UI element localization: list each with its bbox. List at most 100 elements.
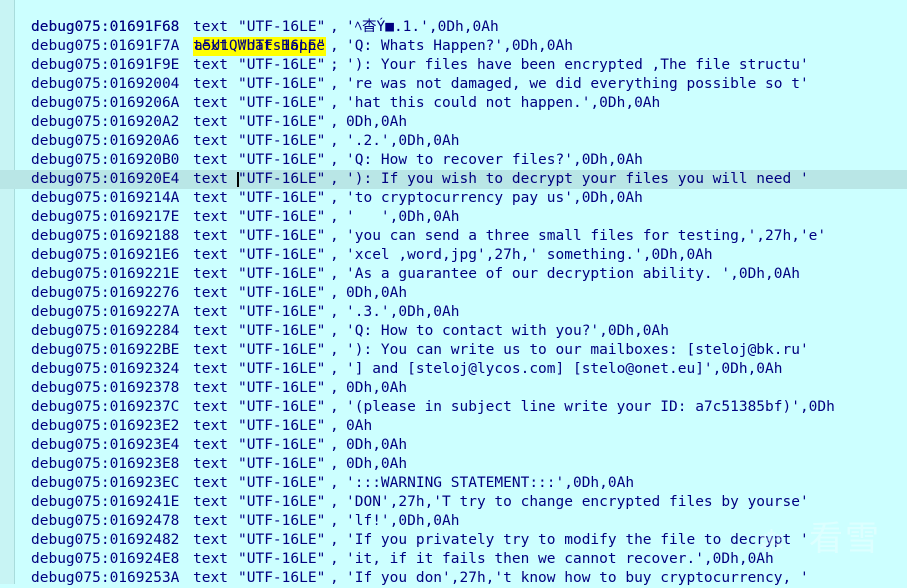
row-directive: text (193, 513, 228, 529)
row-address[interactable]: debug075:0169227A (31, 303, 179, 322)
row-separator: , (330, 76, 339, 92)
listing-row[interactable]: debug075:01691F7A text "UTF-16LE", 'Q: What… (0, 37, 907, 56)
row-address[interactable]: debug075:016920B0 (31, 151, 179, 170)
row-string-value[interactable]: '): You can write us to our mailboxes: [… (346, 341, 809, 360)
row-address[interactable]: debug075:016920A2 (31, 113, 179, 132)
listing-row[interactable]: debug075:0169253A text "UTF-16LE", 'If you … (0, 569, 907, 588)
listing-row[interactable]: debug075:01692004 text "UTF-16LE", 're was … (0, 75, 907, 94)
listing-row[interactable]: debug075:016920A2 text "UTF-16LE", 0Dh,0Ah (0, 113, 907, 132)
row-string-value[interactable]: ' ',0Dh,0Ah (346, 208, 460, 227)
listing-row[interactable]: debug075:01691F9E text "UTF-16LE", '): Your… (0, 56, 907, 75)
listing-row[interactable]: debug075:01692284 text "UTF-16LE", 'Q: How … (0, 322, 907, 341)
listing-row[interactable]: debug075:016920A6 text "UTF-16LE", '.2.',0D… (0, 132, 907, 151)
row-address[interactable]: debug075:0169241E (31, 493, 179, 512)
row-address[interactable]: debug075:016923E8 (31, 455, 179, 474)
row-string-value[interactable]: 'Q: Whats Happen?',0Dh,0Ah (346, 37, 573, 56)
row-string-value[interactable]: '): Your files have been encrypted ,The … (346, 56, 809, 75)
row-address[interactable]: debug075:0169206A (31, 94, 179, 113)
row-address[interactable]: debug075:0169217E (31, 208, 179, 227)
listing-row[interactable]: debug075:0169221E text "UTF-16LE", 'As a gu… (0, 265, 907, 284)
row-address[interactable]: debug075:016923E4 (31, 436, 179, 455)
listing-row[interactable]: debug075:0169241E text "UTF-16LE", 'DON',27… (0, 493, 907, 512)
row-address[interactable]: debug075:016920A6 (31, 132, 179, 151)
listing-row[interactable]: debug075:016921E6 text "UTF-16LE", 'xcel ,w… (0, 246, 907, 265)
row-address[interactable]: debug075:0169253A (31, 569, 179, 588)
row-string-value[interactable]: 0Dh,0Ah (346, 379, 407, 398)
listing-row[interactable]: debug075:016923EC text "UTF-16LE", ':::WARN… (0, 474, 907, 493)
label-line[interactable]: debug075:01691F68 a5U1QWhatsHappe : (0, 0, 907, 73)
row-string-value[interactable]: 0Dh,0Ah (346, 436, 407, 455)
row-address[interactable]: debug075:016923E2 (31, 417, 179, 436)
disassembly-listing[interactable]: debug075:01691F68 a5U1QWhatsHappe : debu… (0, 0, 907, 586)
row-string-value[interactable]: 'DON',27h,'T try to change encrypted fil… (346, 493, 809, 512)
row-encoding: "UTF-16LE" (238, 285, 326, 301)
row-string-value[interactable]: 0Dh,0Ah (346, 113, 407, 132)
row-string-value[interactable]: 'to cryptocurrency pay us',0Dh,0Ah (346, 189, 643, 208)
row-string-value[interactable]: 're was not damaged, we did everything p… (346, 75, 809, 94)
row-string-value[interactable]: '): If you wish to decrypt your files yo… (346, 170, 809, 189)
row-address[interactable]: debug075:0169237C (31, 398, 179, 417)
row-encoding: "UTF-16LE" (238, 247, 326, 263)
row-string-value[interactable]: 'As a guarantee of our decryption abilit… (346, 265, 800, 284)
row-string-value[interactable]: 'If you don',27h,'t know how to buy cryp… (346, 569, 809, 588)
row-directive: text (193, 323, 228, 339)
listing-row[interactable]: debug075:016923E8 text "UTF-16LE", 0Dh,0Ah (0, 455, 907, 474)
row-address[interactable]: debug075:01692324 (31, 360, 179, 379)
row-string-value[interactable]: '.2.',0Dh,0Ah (346, 132, 460, 151)
row-address[interactable]: debug075:0169214A (31, 189, 179, 208)
listing-row[interactable]: debug075:01692378 text "UTF-16LE", 0Dh,0Ah (0, 379, 907, 398)
row-address[interactable]: debug075:01692378 (31, 379, 179, 398)
row-string-value[interactable]: ':::WARNING STATEMENT:::',0Dh,0Ah (346, 474, 634, 493)
listing-row[interactable]: debug075:016920B0 text "UTF-16LE", 'Q: How … (0, 151, 907, 170)
listing-row[interactable]: debug075:01691F68 text "UTF-16LE", 'ﾍ杳Ý■.1.… (0, 18, 907, 37)
row-address[interactable]: debug075:016924E8 (31, 550, 179, 569)
row-separator: , (330, 532, 339, 548)
row-address[interactable]: debug075:0169221E (31, 265, 179, 284)
row-string-value[interactable]: 'Q: How to contact with you?',0Dh,0Ah (346, 322, 669, 341)
row-address[interactable]: debug075:01692276 (31, 284, 179, 303)
row-address[interactable]: debug075:016922BE (31, 341, 179, 360)
row-string-value[interactable]: 0Ah (346, 417, 372, 436)
row-address[interactable]: debug075:016920E4 (31, 170, 179, 189)
row-address[interactable]: debug075:01692004 (31, 75, 179, 94)
row-address[interactable]: debug075:01691F68 (31, 18, 179, 37)
row-string-value[interactable]: '.3.',0Dh,0Ah (346, 303, 460, 322)
listing-row[interactable]: debug075:016922BE text "UTF-16LE", '): You … (0, 341, 907, 360)
row-address[interactable]: debug075:01692482 (31, 531, 179, 550)
row-string-value[interactable]: '(please in subject line write your ID: … (346, 398, 835, 417)
row-encoding: "UTF-16LE" (238, 152, 326, 168)
row-string-value[interactable]: 0Dh,0Ah (346, 284, 407, 303)
row-string-value[interactable]: 'it, if it fails then we cannot recover.… (346, 550, 774, 569)
row-string-value[interactable]: 'lf!',0Dh,0Ah (346, 512, 460, 531)
listing-row[interactable]: debug075:0169227A text "UTF-16LE", '.3.',0D… (0, 303, 907, 322)
row-string-value[interactable]: 'xcel ,word,jpg',27h,' something.',0Dh,0… (346, 246, 713, 265)
row-address[interactable]: debug075:01691F7A (31, 37, 179, 56)
row-string-value[interactable]: '] and [steloj@lycos.com] [stelo@onet.eu… (346, 360, 783, 379)
listing-row[interactable]: debug075:0169237C text "UTF-16LE", '(please… (0, 398, 907, 417)
row-string-value[interactable]: 'Q: How to recover files?',0Dh,0Ah (346, 151, 643, 170)
row-string-value[interactable]: 'If you privately try to modify the file… (346, 531, 809, 550)
row-directive: text (193, 380, 228, 396)
listing-row[interactable]: debug075:01692324 text "UTF-16LE", '] and [… (0, 360, 907, 379)
row-directive: text (193, 551, 228, 567)
listing-row[interactable]: debug075:016923E4 text "UTF-16LE", 0Dh,0Ah (0, 436, 907, 455)
listing-row[interactable]: debug075:0169217E text "UTF-16LE", ' ',0Dh,… (0, 208, 907, 227)
row-string-value[interactable]: 0Dh,0Ah (346, 455, 407, 474)
row-encoding: "UTF-16LE" (238, 266, 326, 282)
listing-row[interactable]: debug075:01692188 text "UTF-16LE", 'you can… (0, 227, 907, 246)
row-address[interactable]: debug075:01692188 (31, 227, 179, 246)
row-string-value[interactable]: 'ﾍ杳Ý■.1.',0Dh,0Ah (346, 18, 499, 37)
listing-row[interactable]: debug075:01692276 text "UTF-16LE", 0Dh,0Ah (0, 284, 907, 303)
listing-row[interactable]: debug075:0169214A text "UTF-16LE", 'to cryp… (0, 189, 907, 208)
row-string-value[interactable]: 'you can send a three small files for te… (346, 227, 826, 246)
row-address[interactable]: debug075:01692478 (31, 512, 179, 531)
row-address[interactable]: debug075:016923EC (31, 474, 179, 493)
row-string-value[interactable]: 'hat this could not happen.',0Dh,0Ah (346, 94, 660, 113)
listing-row[interactable]: debug075:016920E4 text "UTF-16LE", '): If y… (0, 170, 907, 189)
row-address[interactable]: debug075:01692284 (31, 322, 179, 341)
listing-row[interactable]: debug075:016923E2 text "UTF-16LE", 0Ah (0, 417, 907, 436)
listing-row[interactable]: debug075:0169206A text "UTF-16LE", 'hat thi… (0, 94, 907, 113)
row-address[interactable]: debug075:016921E6 (31, 246, 179, 265)
row-separator: , (330, 323, 339, 339)
row-address[interactable]: debug075:01691F9E (31, 56, 179, 75)
